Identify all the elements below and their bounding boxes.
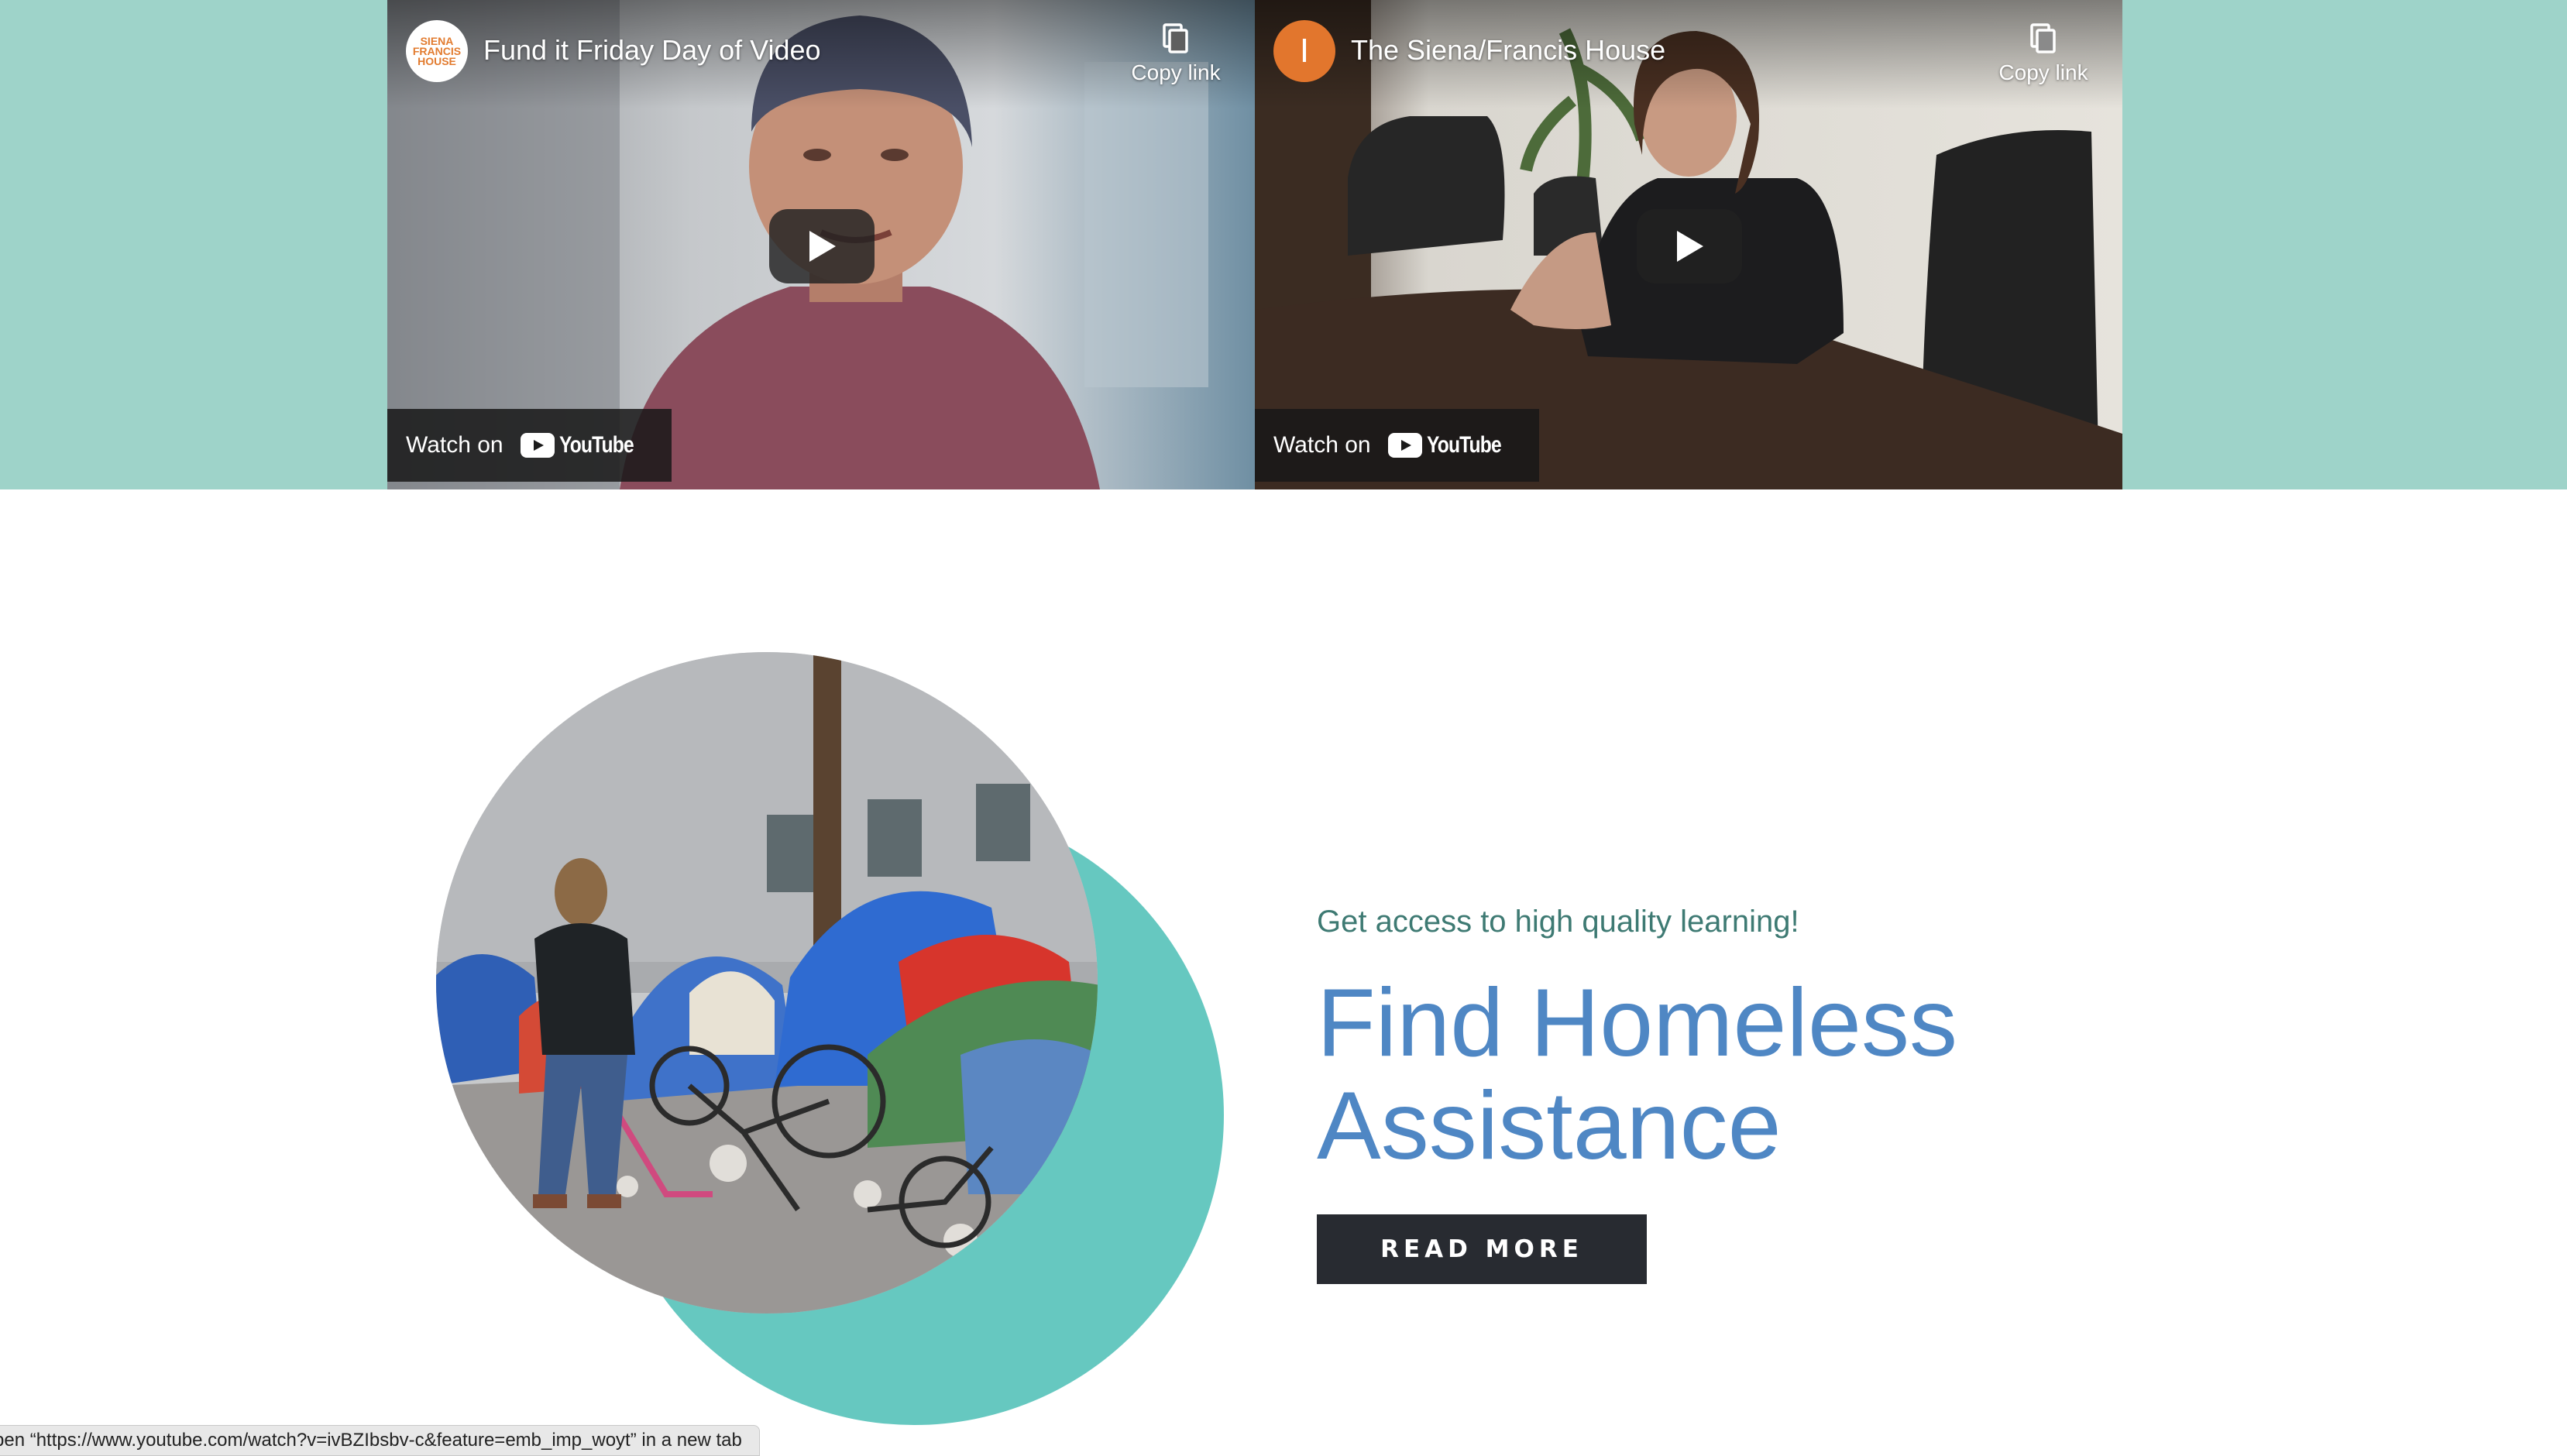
encampment-photo [436, 652, 1224, 1425]
video-title[interactable]: Fund it Friday Day of Video [483, 34, 821, 67]
youtube-logo: YouTube [1387, 432, 1517, 458]
copy-icon [2030, 23, 2056, 53]
watch-on-label: Watch on [1273, 432, 1371, 458]
copy-link-label: Copy link [1998, 60, 2088, 84]
channel-avatar-text: SIENA FRANCIS HOUSE [412, 34, 462, 67]
section-heading: Find Homeless Assistance [1317, 970, 1957, 1180]
copy-link-label: Copy link [1131, 60, 1221, 84]
copy-icon [1163, 23, 1188, 53]
youtube-wordmark: YouTube [1426, 432, 1502, 458]
channel-avatar[interactable]: SIENA FRANCIS HOUSE [406, 20, 468, 82]
status-url-text: pen “https://www.youtube.com/watch?v=ivB… [0, 1430, 742, 1451]
youtube-play-icon [520, 433, 555, 458]
copy-link-button[interactable]: Copy link [1997, 23, 2090, 85]
watch-on-youtube-button[interactable]: Watch on YouTube [1255, 409, 1539, 482]
play-icon [1677, 231, 1703, 262]
play-icon [809, 231, 836, 262]
copy-link-button[interactable]: Copy link [1129, 23, 1222, 85]
tagline: Get access to high quality learning! [1317, 905, 1799, 939]
video-title[interactable]: The Siena/Francis House [1351, 34, 1665, 67]
youtube-embed-siena-francis-house[interactable]: I The Siena/Francis House Copy link Watc… [1255, 0, 2122, 489]
youtube-play-icon [1387, 433, 1422, 458]
video-band: SIENA FRANCIS HOUSE Fund it Friday Day o… [0, 0, 2567, 489]
channel-avatar[interactable]: I [1273, 20, 1335, 82]
play-button[interactable] [1637, 209, 1742, 283]
watch-on-youtube-button[interactable]: Watch on YouTube [387, 409, 672, 482]
play-button[interactable] [769, 209, 875, 283]
browser-status-bar: pen “https://www.youtube.com/watch?v=ivB… [0, 1425, 760, 1456]
read-more-button[interactable]: READ MORE [1317, 1214, 1647, 1284]
youtube-wordmark: YouTube [558, 432, 634, 458]
channel-avatar-text: I [1299, 32, 1310, 70]
youtube-logo: YouTube [520, 432, 650, 458]
watch-on-label: Watch on [406, 432, 503, 458]
youtube-embed-fund-it-friday[interactable]: SIENA FRANCIS HOUSE Fund it Friday Day o… [387, 0, 1255, 489]
